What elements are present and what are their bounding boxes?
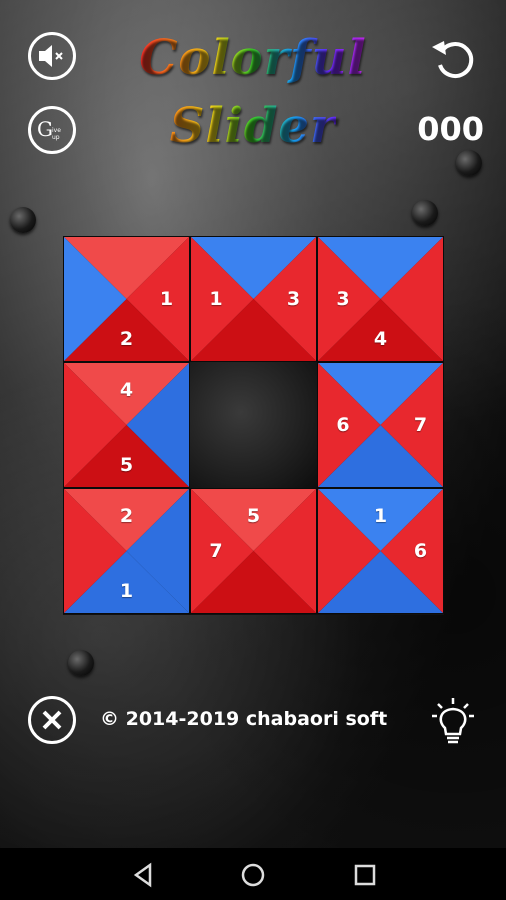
tile-number: 2 [119,327,134,350]
tile-number: 3 [336,288,350,310]
restart-button[interactable] [428,33,480,85]
tile-number: 5 [119,453,134,476]
tile-number: 6 [413,540,428,562]
tile-number: 7 [209,540,223,562]
puzzle-tile[interactable]: 21 [63,488,190,614]
tile-number: 4 [119,379,134,402]
puzzle-tile[interactable]: 43 [317,236,444,362]
lightbulb-icon [432,698,474,744]
empty-slot[interactable] [190,362,317,488]
tile-number: 7 [413,414,428,436]
puzzle-tile[interactable]: 45 [63,362,190,488]
puzzle-tile[interactable]: 12 [63,236,190,362]
tile-number: 3 [286,288,301,310]
tile-number: 5 [246,505,261,528]
title-text: Slider [169,98,337,154]
rivet-decoration [10,207,36,233]
puzzle-tile[interactable]: 31 [190,236,317,362]
recents-icon[interactable] [350,860,380,890]
puzzle-tile[interactable]: 57 [190,488,317,614]
tile-number: 1 [119,579,134,602]
tile-number: 1 [373,505,388,528]
system-nav-bar [0,848,506,900]
restart-icon [432,41,474,79]
tile-number: 6 [336,414,350,436]
puzzle-tile[interactable]: 16 [317,488,444,614]
tile-number: 1 [209,288,223,310]
title-text: Colorful [139,30,367,86]
puzzle-board: 1231434576215716 [63,236,444,615]
rivet-decoration [412,200,438,226]
close-icon [42,710,62,730]
tile-number: 4 [373,327,388,350]
move-counter: 000 [417,110,484,148]
hint-button[interactable] [430,696,476,748]
rivet-decoration [68,650,94,676]
back-icon[interactable] [128,860,158,890]
tile-number: 2 [119,505,134,528]
puzzle-tile[interactable]: 76 [317,362,444,488]
home-icon[interactable] [238,860,268,890]
exit-button[interactable] [28,696,76,744]
copyright-text: © 2014-2019 chabaori soft [100,708,388,730]
tile-number: 1 [159,288,174,310]
